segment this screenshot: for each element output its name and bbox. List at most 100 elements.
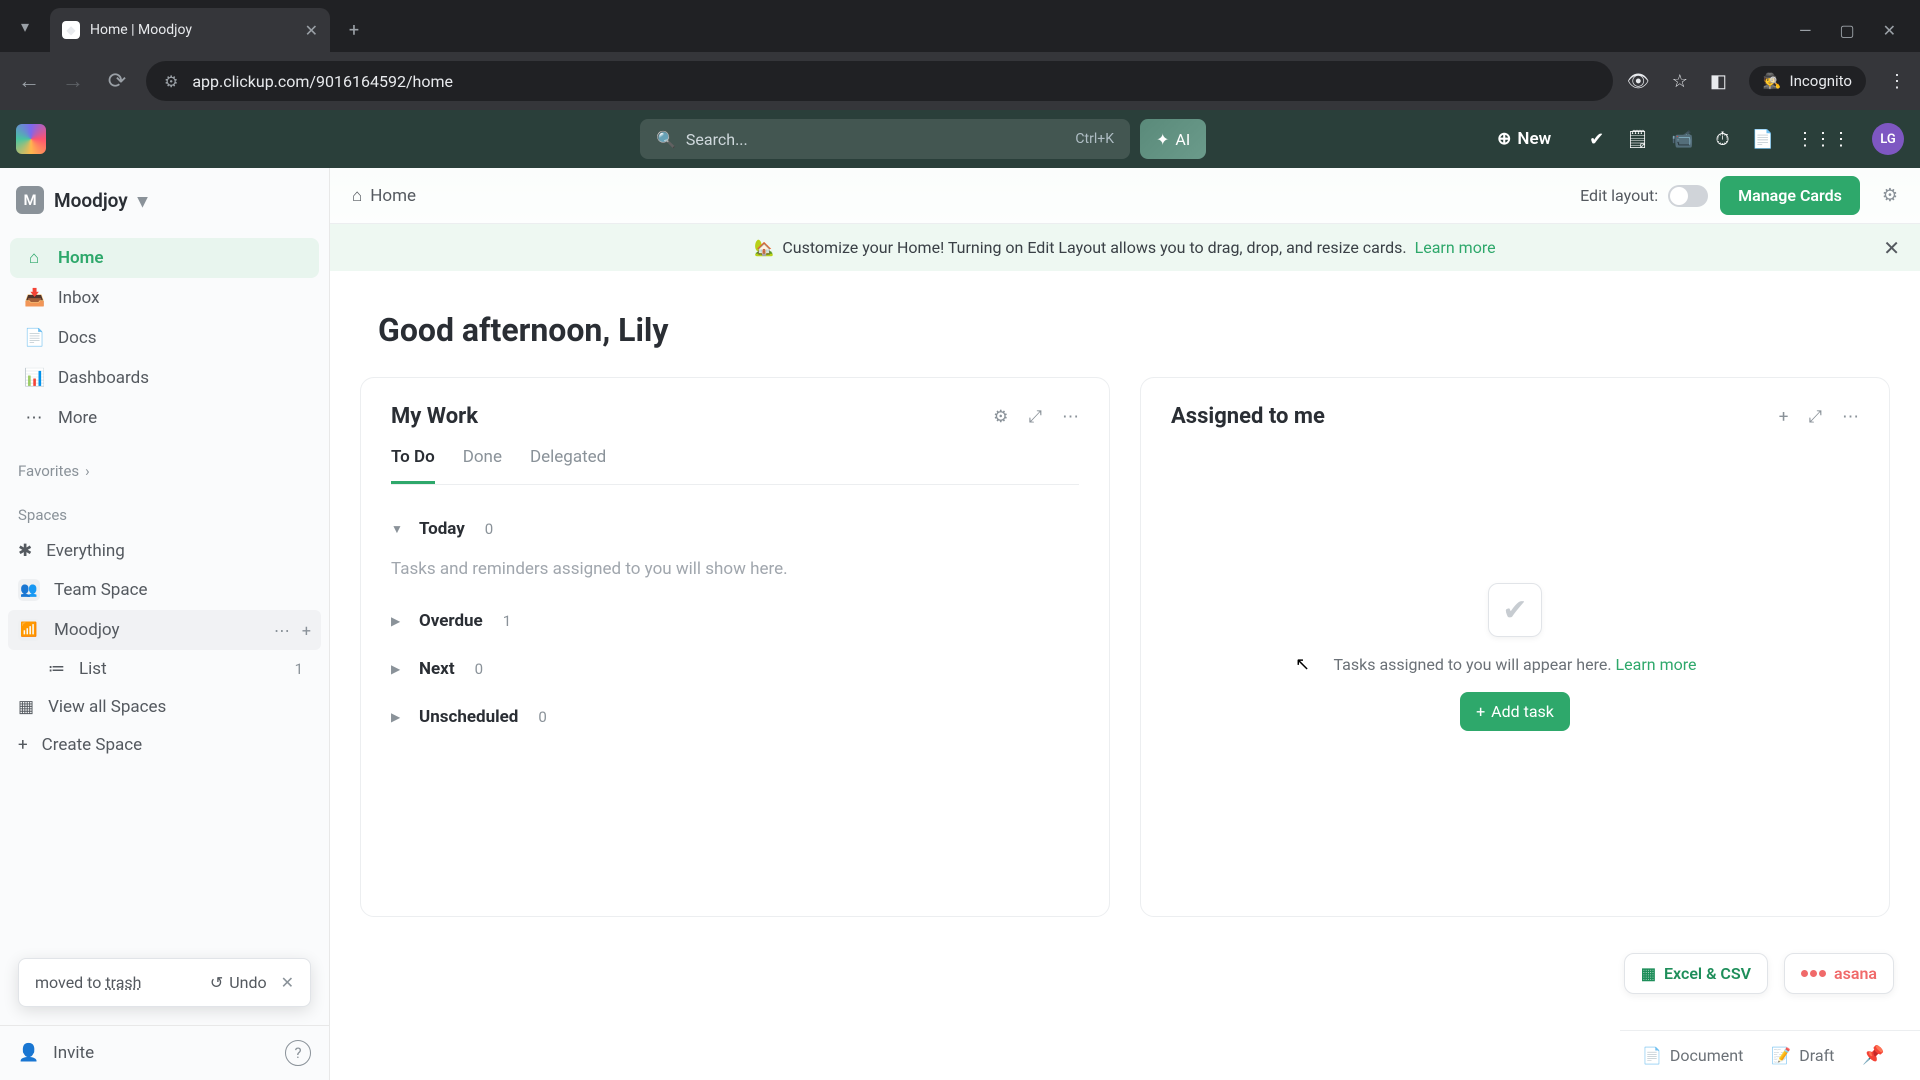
sidebar-item-label: More (58, 408, 97, 428)
undo-button[interactable]: ↺ Undo (210, 973, 267, 992)
card-add-icon[interactable]: + (1779, 407, 1789, 427)
eye-off-icon[interactable]: 👁 (1627, 71, 1650, 92)
apps-grid-icon[interactable]: ⋮⋮⋮ (1796, 129, 1850, 150)
list-icon: ≔ (48, 659, 65, 679)
sidebar-item-docs[interactable]: 📄 Docs (10, 318, 319, 358)
add-task-label: Add task (1491, 702, 1554, 721)
sidebar: M Moodjoy ▾ ⌂ Home 📥 Inbox 📄 Docs 📊 Dash… (0, 168, 330, 1080)
help-icon[interactable]: ? (285, 1040, 311, 1066)
group-overdue[interactable]: ▶ Overdue 1 (391, 597, 1079, 645)
tab-todo[interactable]: To Do (391, 447, 435, 484)
browser-toolbar: ← → ⟳ ⚙ app.clickup.com/9016164592/home … (0, 52, 1920, 110)
tab-delegated[interactable]: Delegated (530, 447, 606, 484)
chevron-right-icon: › (85, 462, 90, 480)
settings-gear-icon[interactable]: ⚙ (1882, 185, 1898, 206)
video-icon[interactable]: 📹 (1671, 129, 1693, 150)
space-everything[interactable]: ✱ Everything (0, 532, 329, 570)
notepad-icon[interactable]: 🗒 (1626, 129, 1649, 150)
add-task-button[interactable]: + Add task (1460, 692, 1570, 731)
space-add-icon[interactable]: + (302, 621, 311, 640)
side-panel-icon[interactable]: ◧ (1710, 71, 1727, 92)
asana-icon (1801, 970, 1826, 977)
check-circle-icon[interactable]: ✔ (1589, 129, 1604, 150)
card-expand-icon[interactable]: ⤢ (1028, 407, 1042, 427)
reload-icon[interactable]: ⟳ (102, 69, 132, 94)
new-button[interactable]: ⊕ New (1497, 129, 1551, 149)
caret-right-icon: ▶ (391, 662, 405, 676)
breadcrumb[interactable]: ⌂ Home (352, 186, 416, 206)
card-settings-icon[interactable]: ⚙ (993, 407, 1008, 427)
stopwatch-icon[interactable]: ⏱ (1716, 129, 1730, 150)
caret-down-icon: ▼ (391, 522, 405, 536)
list-label: List (79, 659, 107, 679)
dock-draft[interactable]: 📝 Draft (1771, 1046, 1834, 1065)
group-today[interactable]: ▼ Today 0 (391, 505, 1079, 553)
workspace-selector[interactable]: M Moodjoy ▾ (0, 168, 329, 232)
bookmark-star-icon[interactable]: ☆ (1672, 71, 1688, 92)
browser-tab-strip: ▾ ◆ Home | Moodjoy ✕ + — ▢ ✕ (0, 0, 1920, 52)
clickup-logo-icon[interactable] (16, 124, 46, 154)
view-all-spaces[interactable]: ▦ View all Spaces (0, 688, 329, 726)
tab-done[interactable]: Done (463, 447, 502, 484)
my-work-tabs: To Do Done Delegated (391, 447, 1079, 485)
site-settings-icon[interactable]: ⚙ (164, 72, 178, 91)
doc-icon[interactable]: 📄 (1752, 129, 1774, 150)
space-moodjoy[interactable]: 📶 Moodjoy ⋯ + (8, 610, 321, 650)
sidebar-item-dashboards[interactable]: 📊 Dashboards (10, 358, 319, 398)
url-text: app.clickup.com/9016164592/home (192, 72, 1595, 91)
sidebar-item-label: Home (58, 248, 104, 268)
invite-row[interactable]: 👤 Invite ? (0, 1025, 329, 1080)
home-icon: ⌂ (24, 248, 44, 268)
window-close-icon[interactable]: ✕ (1883, 21, 1896, 40)
space-more-icon[interactable]: ⋯ (274, 621, 290, 640)
sidebar-item-inbox[interactable]: 📥 Inbox (10, 278, 319, 318)
sidebar-item-home[interactable]: ⌂ Home (10, 238, 319, 278)
group-next[interactable]: ▶ Next 0 (391, 645, 1079, 693)
close-tab-icon[interactable]: ✕ (305, 21, 318, 40)
browser-menu-icon[interactable]: ⋮ (1888, 71, 1906, 92)
assigned-empty-text: Tasks assigned to you will appear here. … (1333, 655, 1696, 674)
card-more-icon[interactable]: ⋯ (1062, 407, 1079, 427)
excel-csv-pill[interactable]: ▦ Excel & CSV (1624, 953, 1768, 994)
back-icon[interactable]: ← (14, 68, 44, 94)
favorites-section[interactable]: Favorites › (0, 444, 329, 488)
card-expand-icon[interactable]: ⤢ (1808, 407, 1822, 427)
tab-title: Home | Moodjoy (90, 22, 295, 38)
window-maximize-icon[interactable]: ▢ (1839, 21, 1854, 40)
sidebar-item-label: Docs (58, 328, 97, 348)
dock-document[interactable]: 📄 Document (1642, 1046, 1743, 1065)
assigned-learn-more-link[interactable]: Learn more (1616, 655, 1697, 674)
caret-right-icon: ▶ (391, 710, 405, 724)
incognito-icon: 🕵 (1763, 72, 1782, 90)
space-team-space[interactable]: 👥 Team Space (0, 570, 329, 610)
ai-button[interactable]: ✦ AI (1140, 119, 1206, 159)
manage-cards-button[interactable]: Manage Cards (1720, 176, 1860, 215)
banner-learn-more-link[interactable]: Learn more (1415, 238, 1496, 257)
ai-sparkle-icon: ✦ (1156, 130, 1169, 149)
greeting: Good afternoon, Lily (330, 271, 1920, 377)
browser-tab[interactable]: ◆ Home | Moodjoy ✕ (50, 8, 330, 52)
forward-icon[interactable]: → (58, 68, 88, 94)
list-item[interactable]: ≔ List 1 (0, 650, 329, 688)
window-minimize-icon[interactable]: — (1799, 21, 1812, 40)
new-tab-button[interactable]: + (336, 12, 372, 48)
view-all-label: View all Spaces (48, 697, 166, 717)
banner-close-icon[interactable]: ✕ (1883, 236, 1900, 260)
sidebar-item-more[interactable]: ⋯ More (10, 398, 319, 438)
pin-icon[interactable]: 📌 (1862, 1045, 1884, 1066)
incognito-badge[interactable]: 🕵 Incognito (1749, 66, 1866, 96)
tab-search-dropdown-icon[interactable]: ▾ (0, 0, 50, 52)
toast-close-icon[interactable]: ✕ (281, 973, 294, 992)
address-bar[interactable]: ⚙ app.clickup.com/9016164592/home (146, 61, 1613, 101)
user-avatar[interactable]: LG (1872, 123, 1904, 155)
group-unscheduled[interactable]: ▶ Unscheduled 0 (391, 693, 1079, 741)
group-count: 1 (503, 612, 511, 630)
card-more-icon[interactable]: ⋯ (1842, 407, 1859, 427)
asana-pill[interactable]: asana (1784, 953, 1894, 994)
global-search[interactable]: 🔍 Search... Ctrl+K (640, 119, 1130, 159)
search-icon: 🔍 (656, 130, 676, 149)
more-icon: ⋯ (24, 408, 44, 428)
create-space[interactable]: + Create Space (0, 726, 329, 764)
edit-layout-toggle[interactable] (1668, 185, 1708, 207)
group-name: Today (419, 519, 465, 539)
